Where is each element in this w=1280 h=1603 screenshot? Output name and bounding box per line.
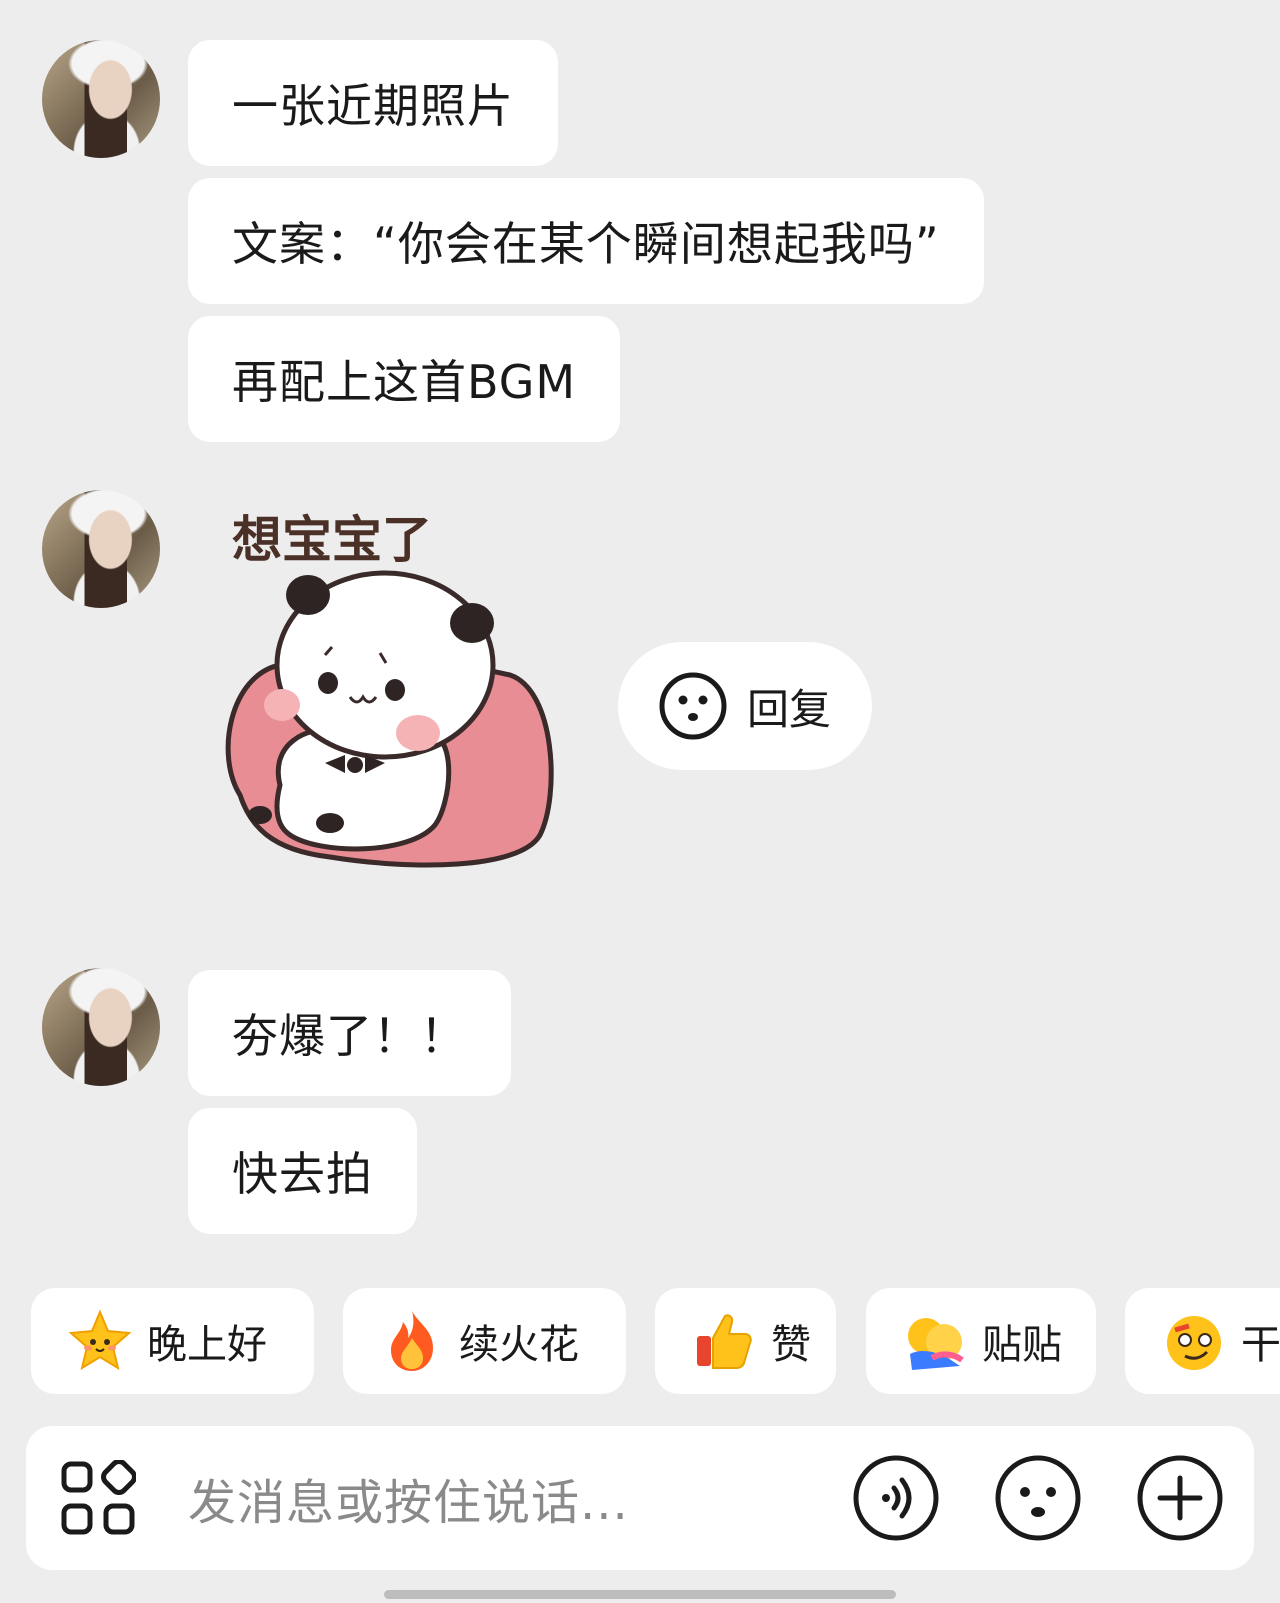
chip-label: 晚上好 [147, 1322, 267, 1368]
plus-icon[interactable] [1136, 1454, 1224, 1542]
message-text: 夯爆了！！ [232, 1009, 467, 1063]
thumbs-up-icon [697, 1314, 752, 1369]
message-input-bar: 发消息或按住说话... [26, 1426, 1254, 1570]
quick-reply-chip[interactable]: 贴贴 [866, 1288, 1096, 1394]
panda-sticker[interactable]: 想宝宝了 [210, 505, 570, 880]
avatar[interactable] [42, 490, 160, 608]
emoji-icon[interactable] [994, 1454, 1082, 1542]
message-text: 快去拍 [232, 1147, 373, 1201]
quick-reply-chip[interactable]: 晚上好 [31, 1288, 314, 1394]
hug-icon [908, 1318, 964, 1370]
message-bubble[interactable]: 快去拍 [188, 1108, 417, 1234]
message-text: 再配上这首BGM [232, 355, 577, 409]
sticker-caption: 想宝宝了 [232, 511, 432, 569]
fire-icon [391, 1311, 433, 1371]
quick-reply-chip[interactable]: 续火花 [343, 1288, 626, 1394]
smiley-face-icon [659, 672, 727, 740]
reply-button[interactable]: 回复 [618, 642, 872, 770]
reply-label: 回复 [746, 684, 831, 734]
avatar[interactable] [42, 968, 160, 1086]
message-input[interactable]: 发消息或按住说话... [188, 1426, 629, 1570]
message-text: 文案：“你会在某个瞬间想起我吗” [232, 217, 940, 271]
voice-icon[interactable] [852, 1454, 940, 1542]
message-bubble[interactable]: 夯爆了！！ [188, 970, 511, 1096]
chip-label: 贴贴 [982, 1322, 1062, 1368]
message-bubble[interactable]: 文案：“你会在某个瞬间想起我吗” [188, 178, 984, 304]
smirk-emoji-icon [1167, 1316, 1221, 1370]
chip-label: 赞 [771, 1322, 811, 1368]
message-bubble[interactable]: 再配上这首BGM [188, 316, 621, 442]
avatar[interactable] [42, 40, 160, 158]
quick-reply-bar: 晚上好 续火花 赞 贴贴 干杯 [0, 1288, 1280, 1394]
home-indicator[interactable] [384, 1590, 896, 1599]
chip-label: 续火花 [459, 1322, 579, 1368]
star-icon [68, 1309, 132, 1371]
chip-label: 干杯 [1241, 1322, 1280, 1368]
apps-grid-icon[interactable] [60, 1460, 136, 1536]
input-placeholder: 发消息或按住说话... [188, 1475, 629, 1531]
message-bubble[interactable]: 一张近期照片 [188, 40, 558, 166]
quick-reply-chip[interactable]: 赞 [655, 1288, 836, 1394]
quick-reply-chip[interactable]: 干杯 [1125, 1288, 1280, 1394]
message-text: 一张近期照片 [232, 79, 514, 133]
